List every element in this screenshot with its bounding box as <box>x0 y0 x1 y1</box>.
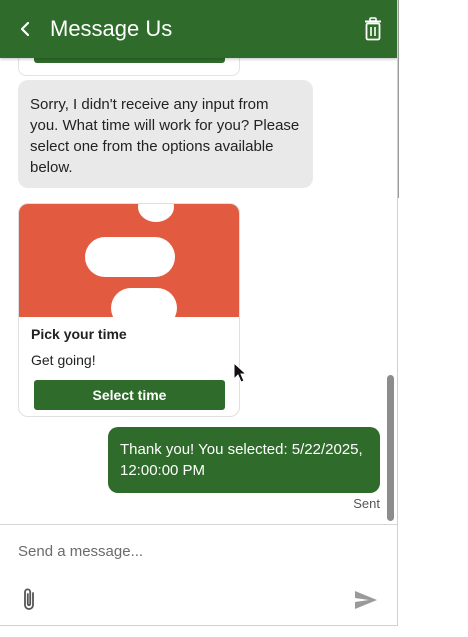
back-button[interactable] <box>12 15 40 43</box>
mouse-cursor-icon <box>233 362 248 383</box>
card-subtitle: Get going! <box>31 352 96 368</box>
previous-card-button[interactable] <box>34 58 225 63</box>
send-icon <box>355 591 377 609</box>
chat-header: Message Us <box>0 0 397 58</box>
page-title: Message Us <box>50 16 173 41</box>
user-message: Thank you! You selected: 5/22/2025, 12:0… <box>108 427 380 493</box>
card-title: Pick your time <box>31 326 127 342</box>
previous-card <box>18 58 240 76</box>
scrollbar-thumb[interactable] <box>387 375 394 521</box>
chat-window: Message Us Sorry, I didn't receive any i… <box>0 0 398 626</box>
message-status: Sent <box>353 496 380 511</box>
composer-divider <box>0 524 397 525</box>
message-list[interactable]: Sorry, I didn't receive any input from y… <box>0 58 397 524</box>
window-edge <box>398 0 399 198</box>
paperclip-icon <box>24 588 34 610</box>
attach-button[interactable] <box>18 586 42 614</box>
chevron-left-icon <box>20 21 30 37</box>
delete-conversation-button[interactable] <box>362 17 384 41</box>
bot-message: Sorry, I didn't receive any input from y… <box>18 80 313 188</box>
send-button[interactable] <box>352 588 380 612</box>
time-picker-card: Pick your time Get going! Select time <box>18 203 240 417</box>
card-image <box>19 204 239 317</box>
trash-icon <box>365 17 381 41</box>
select-time-button[interactable]: Select time <box>34 380 225 410</box>
message-input[interactable] <box>18 537 348 565</box>
card-illustration <box>85 204 177 317</box>
